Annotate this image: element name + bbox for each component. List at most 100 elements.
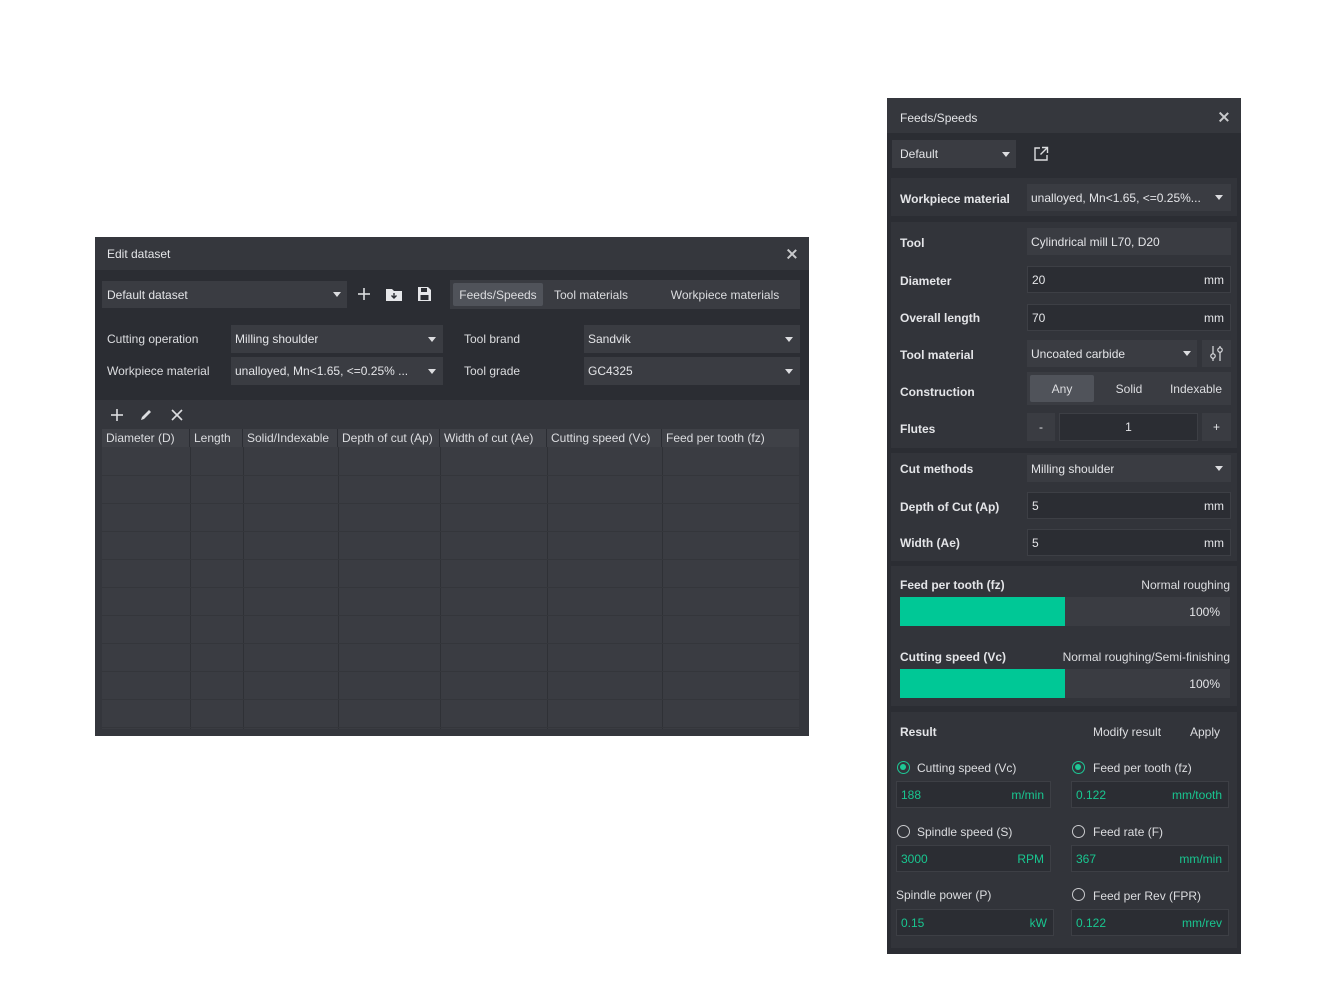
cutting-speed-radio[interactable] bbox=[897, 761, 910, 774]
tool-label: Tool bbox=[900, 236, 925, 250]
column-header-diameter[interactable]: Diameter (D) bbox=[102, 429, 190, 447]
spindle-power-label: Spindle power (P) bbox=[896, 888, 992, 902]
row-divider bbox=[102, 671, 799, 672]
row-divider bbox=[102, 559, 799, 560]
cutting-speed-result-value: 188 bbox=[901, 787, 922, 802]
feed-per-rev-unit: mm/rev bbox=[1182, 915, 1222, 930]
feeds-speeds-panel: Feeds/Speeds Default Workpiece material … bbox=[887, 98, 1241, 954]
row-divider bbox=[102, 643, 799, 644]
tool-material-label: Tool material bbox=[900, 348, 974, 362]
feed-per-tooth-result-label: Feed per tooth (fz) bbox=[1093, 761, 1192, 775]
workpiece-material-value: unalloyed, Mn<1.65, <=0.25%... bbox=[1031, 190, 1201, 205]
close-icon[interactable] bbox=[1217, 110, 1231, 124]
width-unit: mm bbox=[1204, 535, 1224, 550]
flutes-increment-button[interactable]: + bbox=[1202, 413, 1231, 441]
column-header-solid-indexable[interactable]: Solid/Indexable bbox=[243, 429, 338, 447]
chevron-down-icon bbox=[785, 337, 793, 342]
overall-length-value: 70 bbox=[1032, 310, 1046, 325]
tool-brand-select[interactable]: Sandvik bbox=[584, 325, 800, 353]
column-header-feed-per-tooth[interactable]: Feed per tooth (fz) bbox=[662, 429, 799, 447]
construction-any[interactable]: Any bbox=[1030, 375, 1094, 402]
spindle-speed-radio[interactable] bbox=[897, 825, 910, 838]
tab-workpiece-materials[interactable]: Workpiece materials bbox=[655, 280, 795, 309]
tool-grade-select[interactable]: GC4325 bbox=[584, 357, 800, 385]
cutting-operation-select[interactable]: Milling shoulder bbox=[231, 325, 443, 353]
delete-row-icon[interactable] bbox=[171, 409, 183, 421]
dataset-select[interactable]: Default dataset bbox=[102, 281, 347, 308]
flutes-input[interactable]: 1 bbox=[1059, 413, 1198, 441]
open-folder-icon[interactable] bbox=[385, 286, 403, 302]
column-header-depth-of-cut[interactable]: Depth of cut (Ap) bbox=[338, 429, 440, 447]
edit-dataset-dialog: Edit dataset Default dataset Feeds/Speed… bbox=[95, 237, 809, 736]
workpiece-material-select[interactable]: unalloyed, Mn<1.65, <=0.25%... bbox=[1027, 184, 1231, 211]
edit-pencil-icon[interactable] bbox=[140, 408, 153, 421]
tool-name-field[interactable]: Cylindrical mill L70, D20 bbox=[1027, 228, 1231, 255]
spindle-speed-result-value: 3000 bbox=[901, 851, 928, 866]
tab-tool-materials[interactable]: Tool materials bbox=[546, 280, 636, 309]
close-icon[interactable] bbox=[785, 247, 799, 261]
cutting-operation-label: Cutting operation bbox=[107, 332, 199, 346]
diameter-value: 20 bbox=[1032, 272, 1046, 287]
feed-rate-result-unit: mm/min bbox=[1179, 851, 1222, 866]
chevron-down-icon bbox=[785, 369, 793, 374]
cutting-speed-result-unit: m/min bbox=[1011, 787, 1044, 802]
feed-per-rev-value: 0.122 bbox=[1076, 915, 1107, 930]
material-settings-button[interactable] bbox=[1202, 340, 1231, 367]
external-link-icon[interactable] bbox=[1033, 146, 1049, 162]
column-header-width-of-cut[interactable]: Width of cut (Ae) bbox=[440, 429, 547, 447]
dataset-select-value: Default dataset bbox=[107, 287, 188, 302]
column-header-cutting-speed[interactable]: Cutting speed (Vc) bbox=[547, 429, 662, 447]
feed-per-tooth-result-field[interactable]: 0.122 mm/tooth bbox=[1071, 781, 1229, 808]
flutes-decrement-button[interactable]: - bbox=[1027, 413, 1055, 441]
feed-per-rev-radio[interactable] bbox=[1072, 888, 1085, 901]
width-value: 5 bbox=[1032, 535, 1039, 550]
modify-result-button[interactable]: Modify result bbox=[1093, 725, 1161, 739]
feed-per-tooth-slider-label: Feed per tooth (fz) bbox=[900, 578, 1005, 592]
row-divider bbox=[102, 503, 799, 504]
cut-methods-select[interactable]: Milling shoulder bbox=[1027, 455, 1231, 482]
tool-grade-value: GC4325 bbox=[588, 364, 633, 378]
feed-per-tooth-slider[interactable]: 100% bbox=[900, 597, 1230, 626]
save-icon[interactable] bbox=[417, 286, 432, 302]
diameter-input[interactable]: 20 mm bbox=[1027, 266, 1231, 293]
cutting-speed-result-field[interactable]: 188 m/min bbox=[896, 781, 1051, 808]
cutting-speed-mode: Normal roughing/Semi-finishing bbox=[1062, 650, 1230, 664]
feed-per-rev-field[interactable]: 0.122 mm/rev bbox=[1071, 909, 1229, 936]
construction-solid[interactable]: Solid bbox=[1099, 372, 1159, 405]
add-row-icon[interactable] bbox=[110, 408, 124, 422]
preset-select[interactable]: Default bbox=[892, 140, 1016, 168]
cutting-speed-percent: 100% bbox=[1189, 676, 1220, 691]
workpiece-material-select[interactable]: unalloyed, Mn<1.65, <=0.25% ... bbox=[231, 357, 443, 385]
feed-rate-result-value: 367 bbox=[1076, 851, 1097, 866]
overall-length-label: Overall length bbox=[900, 311, 981, 325]
construction-indexable[interactable]: Indexable bbox=[1163, 372, 1229, 405]
depth-of-cut-value: 5 bbox=[1032, 498, 1039, 513]
workpiece-material-label: Workpiece material bbox=[900, 192, 1010, 206]
column-divider bbox=[662, 447, 663, 729]
result-label: Result bbox=[900, 725, 937, 739]
apply-button[interactable]: Apply bbox=[1190, 725, 1220, 739]
tool-material-select[interactable]: Uncoated carbide bbox=[1027, 340, 1197, 367]
spindle-power-value: 0.15 bbox=[901, 915, 925, 930]
feed-rate-result-field[interactable]: 367 mm/min bbox=[1071, 845, 1229, 872]
add-icon[interactable] bbox=[357, 287, 371, 301]
preset-value: Default bbox=[900, 147, 939, 161]
chevron-down-icon bbox=[428, 337, 436, 342]
row-divider bbox=[102, 531, 799, 532]
overall-length-input[interactable]: 70 mm bbox=[1027, 304, 1231, 331]
column-divider bbox=[547, 447, 548, 729]
column-header-length[interactable]: Length bbox=[190, 429, 243, 447]
spindle-power-field[interactable]: 0.15 kW bbox=[896, 909, 1054, 936]
feed-rate-radio[interactable] bbox=[1072, 825, 1085, 838]
workpiece-material-value: unalloyed, Mn<1.65, <=0.25% ... bbox=[235, 364, 409, 378]
feed-per-tooth-radio[interactable] bbox=[1072, 761, 1085, 774]
tab-feeds-speeds[interactable]: Feeds/Speeds bbox=[453, 283, 543, 306]
workpiece-material-label: Workpiece material bbox=[107, 364, 210, 378]
chevron-down-icon bbox=[1215, 195, 1223, 200]
cutting-speed-result-label: Cutting speed (Vc) bbox=[917, 761, 1017, 775]
cutting-speed-slider[interactable]: 100% bbox=[900, 669, 1230, 698]
dataset-tabs: Feeds/Speeds Tool materials Workpiece ma… bbox=[450, 280, 800, 309]
width-input[interactable]: 5 mm bbox=[1027, 529, 1231, 556]
spindle-speed-result-field[interactable]: 3000 RPM bbox=[896, 845, 1051, 872]
depth-of-cut-input[interactable]: 5 mm bbox=[1027, 492, 1231, 519]
